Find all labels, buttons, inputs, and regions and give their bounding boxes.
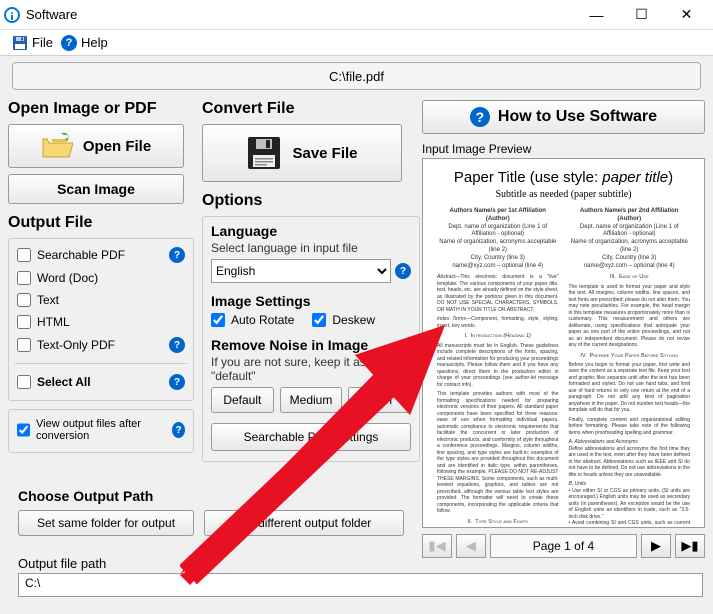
options-title: Options bbox=[202, 192, 414, 210]
checkbox-searchable-pdf[interactable] bbox=[17, 248, 31, 262]
preview-label: Input Image Preview bbox=[422, 142, 705, 156]
paper-subtitle: Subtitle as needed (paper subtitle) bbox=[437, 189, 690, 200]
help-icon: ? bbox=[470, 107, 490, 127]
save-file-button[interactable]: Save File bbox=[202, 124, 402, 182]
noise-medium-button[interactable]: Medium bbox=[280, 387, 343, 413]
titlebar: Software — ☐ ✕ bbox=[0, 0, 713, 30]
info-icon[interactable]: ? bbox=[172, 422, 185, 438]
file-path-display: C:\file.pdf bbox=[12, 62, 701, 90]
checkbox-view-after[interactable] bbox=[17, 423, 30, 437]
convert-title: Convert File bbox=[202, 100, 414, 118]
output-file-title: Output File bbox=[8, 214, 194, 232]
save-disk-icon bbox=[12, 35, 28, 51]
checkbox-html[interactable] bbox=[17, 315, 31, 329]
info-icon[interactable]: ? bbox=[395, 263, 411, 279]
checkbox-text[interactable] bbox=[17, 293, 31, 307]
noise-default-button[interactable]: Default bbox=[211, 387, 274, 413]
close-button[interactable]: ✕ bbox=[664, 0, 709, 30]
checkbox-select-all[interactable] bbox=[17, 375, 31, 389]
maximize-button[interactable]: ☐ bbox=[619, 0, 664, 30]
menu-file[interactable]: File bbox=[12, 35, 53, 51]
open-section-title: Open Image or PDF bbox=[8, 100, 194, 118]
language-select[interactable]: English bbox=[211, 259, 391, 283]
menu-help-label: Help bbox=[81, 35, 108, 50]
floppy-disk-icon bbox=[246, 135, 282, 171]
menu-file-label: File bbox=[32, 35, 53, 50]
menu-help[interactable]: ? Help bbox=[61, 35, 108, 51]
folder-open-icon bbox=[41, 133, 73, 159]
info-icon[interactable]: ? bbox=[169, 247, 185, 263]
view-after-box: View output files after conversion? bbox=[8, 409, 194, 453]
open-file-button[interactable]: Open File bbox=[8, 124, 184, 168]
how-to-use-button[interactable]: ? How to Use Software bbox=[422, 100, 705, 134]
noise-head: Remove Noise in Image bbox=[211, 337, 411, 353]
menubar: File ? Help bbox=[0, 30, 713, 56]
output-path-label: Output file path bbox=[18, 556, 703, 571]
noise-high-button[interactable]: High bbox=[348, 387, 411, 413]
searchable-pdf-settings-button[interactable]: Searchable PDF Settings bbox=[211, 423, 411, 451]
paper-title: Paper Title (use style: paper title) bbox=[437, 169, 690, 187]
checkbox-textonly-pdf[interactable] bbox=[17, 338, 31, 352]
same-folder-button[interactable]: Set same folder for output bbox=[18, 510, 194, 536]
checkbox-word[interactable] bbox=[17, 271, 31, 285]
language-head: Language bbox=[211, 223, 411, 239]
window-title: Software bbox=[26, 7, 77, 22]
input-image-preview: Paper Title (use style: paper title) Sub… bbox=[422, 158, 705, 528]
checkbox-deskew[interactable] bbox=[312, 313, 326, 327]
output-path-field[interactable]: C:\ bbox=[18, 573, 703, 597]
info-icon[interactable]: ? bbox=[169, 337, 185, 353]
different-folder-button[interactable]: Set different output folder bbox=[204, 510, 404, 536]
app-icon bbox=[4, 7, 20, 23]
help-icon: ? bbox=[61, 35, 77, 51]
choose-output-path-title: Choose Output Path bbox=[18, 488, 410, 504]
output-formats: Searchable PDF? Word (Doc) Text HTML Tex… bbox=[8, 238, 194, 401]
scan-image-button[interactable]: Scan Image bbox=[8, 174, 184, 204]
language-sub: Select language in input file bbox=[211, 241, 411, 255]
image-settings-head: Image Settings bbox=[211, 293, 411, 309]
options-panel: Language Select language in input file E… bbox=[202, 216, 420, 462]
noise-sub: If you are not sure, keep it as "default… bbox=[211, 355, 411, 383]
minimize-button[interactable]: — bbox=[574, 0, 619, 30]
info-icon[interactable]: ? bbox=[169, 374, 185, 390]
checkbox-auto-rotate[interactable] bbox=[211, 313, 225, 327]
